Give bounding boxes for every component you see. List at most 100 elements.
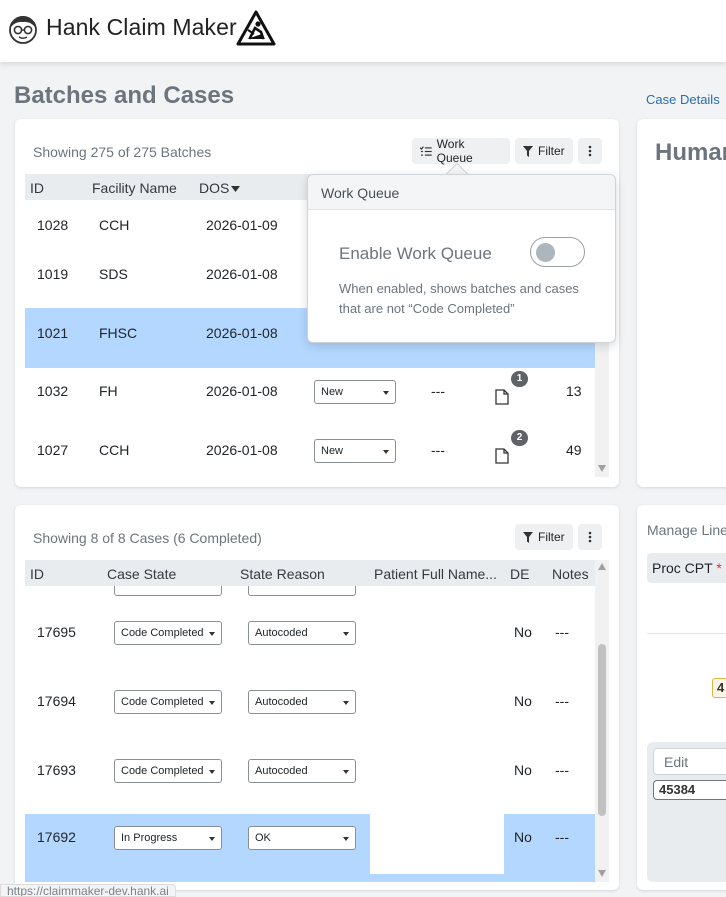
case-id: 17695 [37,624,76,640]
case-row-selected[interactable]: 17692 In Progress OK No --- [25,814,597,882]
chevron-down-icon [209,632,215,636]
case-row[interactable]: 17695 Code Completed Autocoded No --- [25,596,597,664]
popover-title: Work Queue [321,185,400,201]
case-details-card: Human [637,119,726,487]
select-value: Autocoded [255,696,308,708]
code-edit-panel: Edit 45384 [647,742,726,882]
batch-row[interactable]: 1027 CCH 2026-01-08 New --- 2 49 [25,426,609,484]
cases-more-button[interactable] [578,524,602,550]
sort-desc-icon [231,186,240,192]
batch-id: 1028 [37,217,69,233]
kebab-icon [588,145,592,157]
enable-work-queue-label: Enable Work Queue [339,244,492,263]
toggle-knob [536,243,555,262]
divider [647,633,726,634]
state-reason-select[interactable]: Autocoded [248,690,356,714]
batch-case-count: 13 [566,383,582,399]
batches-count: Showing 275 of 275 Batches [33,144,212,160]
case-state-select[interactable]: Code Completed [114,690,222,714]
patient-name-heading: Human [655,139,726,166]
state-reason-select[interactable]: Autocoded [248,759,356,783]
case-state-select[interactable]: Code Completed [114,759,222,783]
col-facility-name[interactable]: Facility Name [92,180,177,196]
status-bar-url: https://claimmaker-dev.hank.ai [0,884,176,897]
batches-more-button[interactable] [578,138,602,164]
batch-row[interactable]: 1032 FH 2026-01-08 New --- 1 13 [25,368,609,426]
col-patient-full-name[interactable]: Patient Full Name... [374,566,497,582]
proc-cpt-label: Proc CPT [652,560,713,576]
cases-card: Showing 8 of 8 Cases (6 Completed) Filte… [15,505,619,890]
scroll-up-arrow[interactable] [598,563,606,570]
chevron-down-icon [343,837,349,841]
chevron-down-icon [343,770,349,774]
state-reason-select[interactable]: OK [248,826,356,850]
filter-label: Filter [538,144,565,158]
batch-dos: 2026-01-08 [206,266,278,282]
required-mark: * [716,560,722,576]
batch-facility: FH [99,383,118,399]
case-id: 17692 [37,829,76,845]
case-details-link[interactable]: Case Details [646,92,720,107]
col-state-reason[interactable]: State Reason [240,566,325,582]
filter-icon [523,145,533,157]
case-row[interactable]: 17693 Code Completed Autocoded No --- [25,733,597,814]
col-case-state[interactable]: Case State [107,566,176,582]
batch-facility: FHSC [99,325,138,341]
chevron-down-icon [343,632,349,636]
case-row[interactable]: 17694 Code Completed Autocoded No --- [25,664,597,733]
batch-dos: 2026-01-08 [206,383,278,399]
batch-dos: 2026-01-09 [206,217,278,233]
document-count-badge: 2 [511,430,528,446]
cpt-code-value[interactable]: 45384 [653,780,726,800]
kebab-icon [588,531,592,543]
col-id[interactable]: ID [30,566,44,582]
col-de[interactable]: DE [510,566,529,582]
under-construction-icon [236,10,276,46]
edit-code-input[interactable]: Edit [653,748,726,775]
chevron-down-icon [209,701,215,705]
batch-facility: CCH [99,442,130,458]
document-icon[interactable] [495,389,509,405]
col-notes[interactable]: Notes [552,566,589,582]
page-title: Batches and Cases [14,82,235,109]
select-value: In Progress [121,832,178,844]
batch-status-select[interactable]: New [314,380,396,404]
enable-work-queue-toggle[interactable] [530,237,585,267]
state-reason-select[interactable]: Autocoded [248,621,356,645]
scroll-down-arrow[interactable] [598,870,606,877]
batch-reason: --- [431,383,445,399]
batch-id: 1021 [37,325,69,341]
case-de: No [514,693,532,709]
batch-status-select[interactable]: New [314,439,396,463]
avatar-icon[interactable] [8,13,38,44]
popover-help-text: When enabled, shows batches and cases th… [339,281,579,316]
batch-dos: 2026-01-08 [206,442,278,458]
work-queue-label: Work Queue [436,137,473,165]
col-dos[interactable]: DOS [199,180,229,196]
document-count-badge: 1 [511,371,528,387]
case-state-select[interactable] [114,586,222,596]
case-row-partial[interactable] [25,586,597,596]
document-icon[interactable] [495,448,509,464]
select-value: New [321,386,344,398]
code-chip[interactable]: 4 [712,678,726,698]
scroll-thumb[interactable] [598,644,606,816]
cases-scrollbar[interactable] [595,560,609,882]
case-state-select[interactable]: In Progress [114,826,222,850]
case-state-select[interactable]: Code Completed [114,621,222,645]
select-value: Code Completed [121,627,204,639]
state-reason-select[interactable] [248,586,356,596]
chevron-down-icon [383,391,389,395]
chevron-down-icon [343,701,349,705]
manage-lines-card: Manage Line Proc CPT * 4 Edit 45384 [637,505,726,890]
col-id[interactable]: ID [30,180,44,196]
app-title: Hank Claim Maker [46,14,237,40]
manage-lines-label: Manage Line [647,522,726,538]
scroll-down-arrow[interactable] [598,465,606,472]
work-queue-button[interactable]: Work Queue [412,137,510,165]
batch-case-count: 49 [566,442,582,458]
batches-filter-button[interactable]: Filter [515,138,573,164]
cases-table-header: ID Case State State Reason Patient Full … [25,560,597,586]
select-value: Code Completed [121,696,204,708]
cases-filter-button[interactable]: Filter [515,524,573,550]
